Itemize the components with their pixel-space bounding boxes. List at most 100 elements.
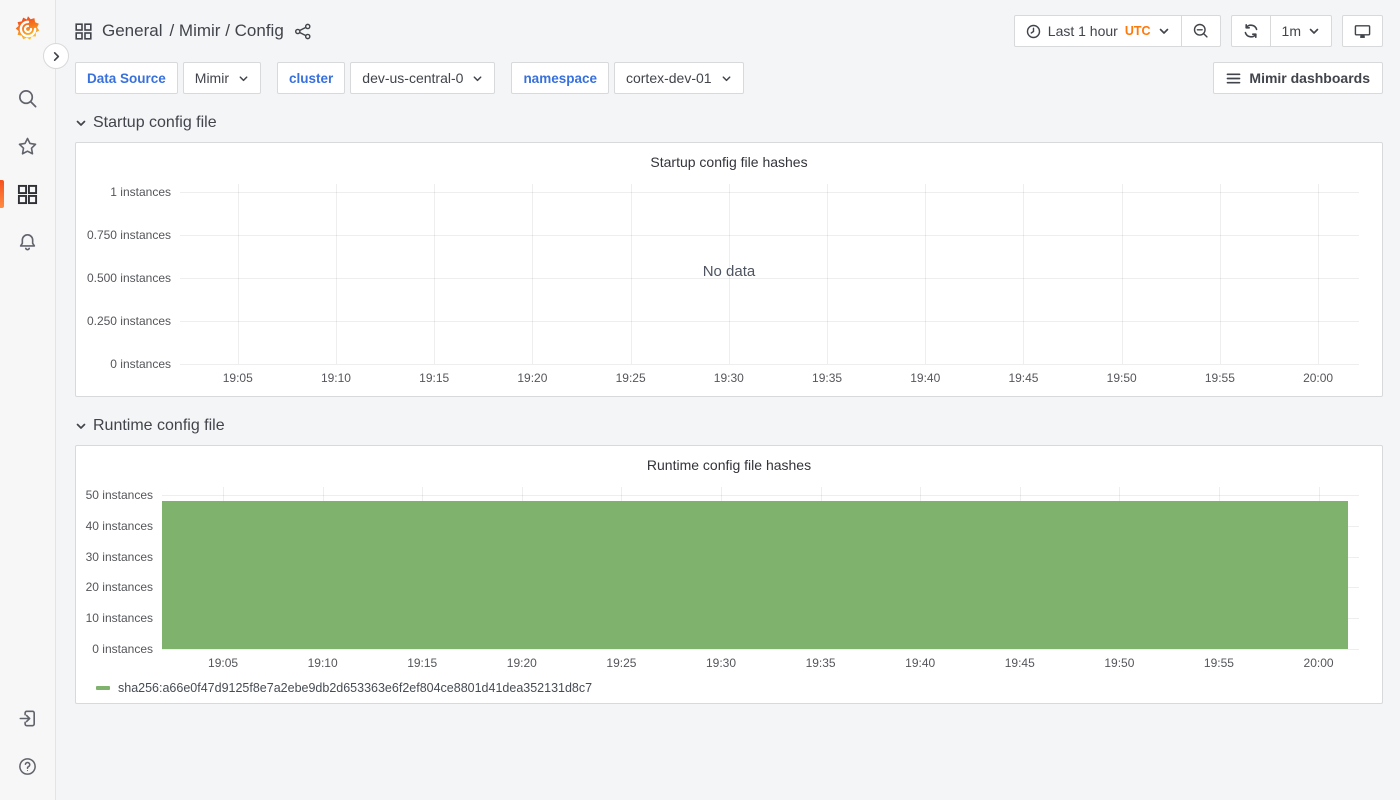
kiosk-group (1342, 15, 1383, 47)
sidebar-item-alerting[interactable] (0, 218, 56, 266)
variable-namespace-select[interactable]: cortex-dev-01 (613, 62, 744, 94)
active-indicator (0, 180, 4, 208)
y-axis-label: 1 instances (110, 185, 171, 199)
variable-namespace-label[interactable]: namespace (511, 62, 609, 94)
y-axis-label: 10 instances (85, 611, 153, 626)
breadcrumb-folder[interactable]: General (102, 21, 162, 41)
x-axis-label: 19:10 (320, 371, 351, 385)
legend-label: sha256:a66e0f47d9125f8e7a2ebe9db2d653363… (118, 681, 593, 695)
monitor-icon (1354, 23, 1371, 39)
panel-title[interactable]: Startup config file hashes (650, 154, 807, 170)
time-picker-button[interactable]: Last 1 hour UTC (1015, 16, 1181, 46)
time-range-label: Last 1 hour (1047, 23, 1118, 39)
sidebar-item-sign-in[interactable] (0, 694, 56, 742)
x-axis: 19:05 19:10 19:15 19:20 19:25 19:30 19:35 19:40… (162, 649, 1359, 675)
gridline (180, 235, 1359, 236)
chevron-down-icon (75, 420, 87, 432)
row-runtime-config[interactable]: Runtime config file (75, 415, 1383, 437)
plot-wrap: 50 instances 40 instances 30 instances 20 i… (84, 477, 1374, 656)
x-axis-label: 19:05 (208, 656, 239, 670)
refresh-controls-group: 1m (1230, 15, 1332, 47)
plot-area[interactable] (162, 477, 1359, 650)
panel-header: Runtime config file hashes (84, 453, 1374, 477)
mimir-dashboards-label: Mimir dashboards (1249, 70, 1370, 86)
chevron-down-icon (75, 117, 87, 129)
runtime-config-chart[interactable]: 50 instances 40 instances 30 instances 20 i… (84, 477, 1374, 675)
timezone-label: UTC (1124, 24, 1151, 38)
variable-cluster-select[interactable]: dev-us-central-0 (350, 62, 496, 94)
mimir-dashboards-button[interactable]: Mimir dashboards (1213, 62, 1383, 94)
y-axis-label: 40 instances (85, 518, 153, 533)
gridline (180, 192, 1359, 193)
row-startup-config[interactable]: Startup config file (75, 112, 1383, 134)
x-axis-label: 20:00 (1303, 371, 1334, 385)
sidebar-item-starred[interactable] (0, 122, 56, 170)
y-axis: 50 instances 40 instances 30 instances 20 i… (84, 477, 162, 656)
x-axis-label: 19:55 (1203, 656, 1234, 670)
dashboard-navbar: General / Mimir / Config Last 1 hour UTC… (56, 0, 1400, 56)
startup-config-chart[interactable]: 1 instances 0.750 instances 0.500 instance… (84, 174, 1374, 390)
bell-icon (17, 232, 38, 253)
panel-header: Startup config file hashes (84, 150, 1374, 174)
x-axis-label: 19:50 (1104, 656, 1135, 670)
search-icon (17, 88, 38, 109)
help-circle-icon (17, 756, 38, 777)
x-axis-label: 19:45 (1008, 371, 1039, 385)
x-axis-label: 19:25 (606, 656, 637, 670)
x-axis-label: 19:05 (222, 371, 253, 385)
x-axis-label: 19:50 (1106, 371, 1137, 385)
apps-grid-icon[interactable] (75, 22, 92, 40)
y-axis-label: 20 instances (85, 580, 153, 595)
star-icon (17, 136, 38, 157)
y-axis-label: 0 instances (92, 642, 153, 656)
sidebar-item-search[interactable] (0, 74, 56, 122)
x-axis-label: 19:30 (705, 656, 736, 670)
legend-item[interactable]: sha256:a66e0f47d9125f8e7a2ebe9db2d653363… (96, 679, 1374, 697)
sign-in-icon (17, 708, 38, 729)
no-data-message: No data (702, 262, 756, 280)
zoom-out-button[interactable] (1180, 16, 1220, 46)
time-controls-group: Last 1 hour UTC (1013, 15, 1221, 47)
variable-cluster: cluster dev-us-central-0 (277, 62, 496, 94)
variable-datasource-select[interactable]: Mimir (182, 62, 261, 94)
refresh-interval-dropdown[interactable]: 1m (1269, 16, 1331, 46)
variable-namespace-value: cortex-dev-01 (625, 70, 712, 86)
x-axis-label: 19:30 (713, 371, 744, 385)
tv-mode-button[interactable] (1343, 16, 1382, 46)
row-title: Startup config file (93, 114, 217, 131)
panel-runtime-config-hashes: Runtime config file hashes 50 instances 4… (75, 445, 1383, 704)
variable-datasource-label[interactable]: Data Source (75, 62, 178, 94)
panel-title[interactable]: Runtime config file hashes (647, 457, 811, 473)
variable-cluster-value: dev-us-central-0 (362, 70, 464, 86)
variable-datasource-value: Mimir (194, 70, 229, 86)
variables-bar: Data Source Mimir cluster dev-us-central… (56, 56, 1400, 94)
row-title: Runtime config file (93, 417, 225, 434)
share-icon[interactable] (294, 23, 312, 40)
refresh-button[interactable] (1232, 16, 1270, 46)
chevron-down-icon (1308, 25, 1320, 37)
series-area[interactable] (162, 501, 1349, 649)
sidebar (0, 0, 56, 800)
variable-cluster-label[interactable]: cluster (277, 62, 346, 94)
sidebar-item-help[interactable] (0, 742, 56, 790)
dashboards-grid-icon (17, 184, 38, 205)
x-axis-label: 19:15 (419, 371, 450, 385)
sidebar-expand-button[interactable] (43, 43, 69, 69)
dashboard-content: Startup config file Startup config file … (56, 94, 1400, 704)
grafana-logo-icon[interactable] (13, 14, 43, 44)
clock-icon (1026, 24, 1041, 39)
sidebar-item-dashboards[interactable] (0, 170, 56, 218)
chevron-down-icon (1158, 25, 1170, 37)
legend-swatch (96, 686, 110, 690)
grafana-app: General / Mimir / Config Last 1 hour UTC… (0, 0, 1400, 800)
y-axis-label: 30 instances (85, 549, 153, 564)
x-axis-label: 19:35 (805, 656, 836, 670)
chevron-down-icon (238, 73, 249, 84)
breadcrumb-dashboard: / Mimir / Config (169, 21, 284, 40)
x-axis-label: 19:20 (506, 656, 537, 670)
x-axis: 19:05 19:10 19:15 19:20 19:25 19:30 19:35 19:40… (180, 364, 1359, 390)
x-axis-label: 19:55 (1204, 371, 1235, 385)
x-axis-label: 19:15 (407, 656, 438, 670)
x-axis-label: 19:35 (812, 371, 843, 385)
x-axis-label: 19:40 (910, 371, 941, 385)
